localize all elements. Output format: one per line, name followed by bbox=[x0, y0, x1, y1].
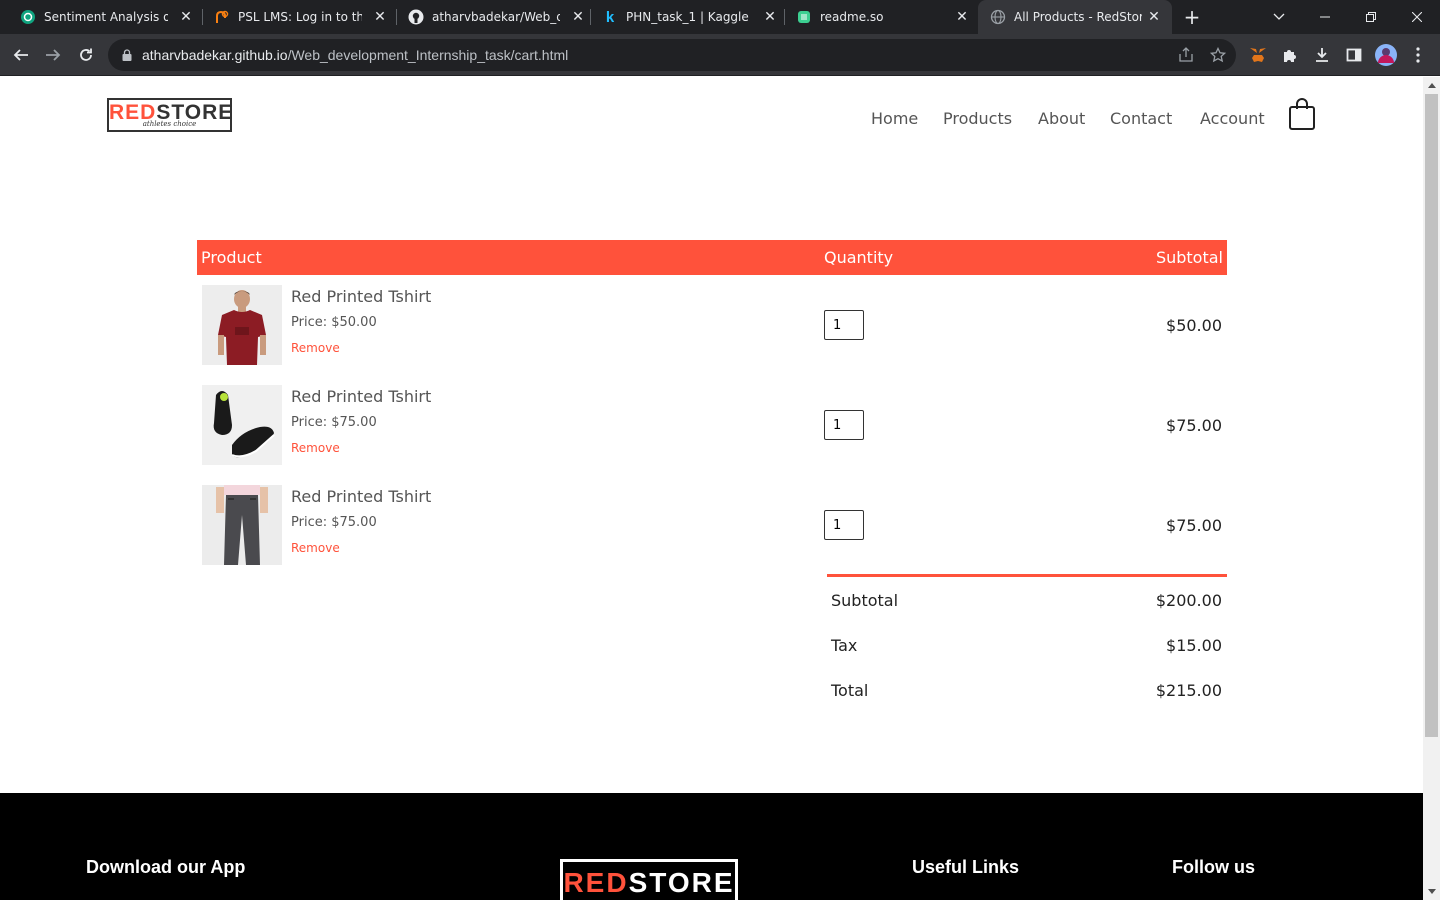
side-panel-icon[interactable] bbox=[1340, 41, 1368, 69]
header-subtotal: Subtotal bbox=[1155, 248, 1223, 267]
tab-title: All Products - RedStore bbox=[1014, 10, 1142, 24]
quantity-input[interactable] bbox=[824, 410, 864, 440]
page-scrollbar[interactable] bbox=[1423, 77, 1440, 900]
footer-logo-wordmark: REDSTORE bbox=[563, 867, 735, 898]
browser-tab[interactable]: readme.so ✕ bbox=[784, 0, 978, 34]
profile-avatar[interactable] bbox=[1372, 41, 1400, 69]
extensions-puzzle-icon[interactable] bbox=[1276, 41, 1304, 69]
close-tab-icon[interactable]: ✕ bbox=[178, 9, 194, 25]
remove-link[interactable]: Remove bbox=[291, 541, 340, 555]
product-name[interactable]: Red Printed Tshirt bbox=[291, 387, 431, 406]
product-name[interactable]: Red Printed Tshirt bbox=[291, 487, 431, 506]
tab-title: Sentiment Analysis of An bbox=[44, 10, 168, 24]
share-icon[interactable] bbox=[1178, 47, 1194, 63]
quantity-input[interactable] bbox=[824, 510, 864, 540]
footer-download-app-heading: Download our App bbox=[86, 857, 246, 877]
close-tab-icon[interactable]: ✕ bbox=[954, 9, 970, 25]
totals-total-label: Total bbox=[831, 681, 869, 700]
new-tab-icon[interactable]: + bbox=[1182, 7, 1202, 27]
header-quantity: Quantity bbox=[824, 248, 894, 267]
nav-contact[interactable]: Contact bbox=[1110, 108, 1172, 130]
nav-about[interactable]: About bbox=[1038, 108, 1085, 130]
close-tab-icon[interactable]: ✕ bbox=[570, 9, 586, 25]
footer-follow-us-heading: Follow us bbox=[1172, 857, 1255, 877]
totals-divider bbox=[827, 574, 1227, 577]
quantity-input[interactable] bbox=[824, 310, 864, 340]
scrollbar-thumb[interactable] bbox=[1425, 94, 1438, 737]
browser-tab[interactable]: k PHN_task_1 | Kaggle ✕ bbox=[590, 0, 784, 34]
line-subtotal: $75.00 bbox=[1166, 516, 1222, 535]
remove-link[interactable]: Remove bbox=[291, 441, 340, 455]
cart-table-header: Product Quantity Subtotal bbox=[197, 240, 1227, 275]
browser-tab[interactable]: PSL LMS: Log in to the si ✕ bbox=[202, 0, 396, 34]
lock-icon[interactable] bbox=[120, 47, 134, 63]
totals-tax-label: Tax bbox=[831, 636, 858, 655]
totals-subtotal-value: $200.00 bbox=[1155, 591, 1222, 610]
tab-title: PHN_task_1 | Kaggle bbox=[626, 10, 749, 24]
totals-subtotal-label: Subtotal bbox=[831, 591, 899, 610]
back-icon[interactable] bbox=[7, 41, 35, 69]
scroll-up-arrow-icon[interactable] bbox=[1423, 77, 1440, 94]
nav-account[interactable]: Account bbox=[1200, 108, 1265, 130]
page-viewport: REDSTORE athletes choice Home Products A… bbox=[0, 77, 1423, 900]
url-path: /Web_development_Internship_task/cart.ht… bbox=[287, 47, 569, 63]
product-name[interactable]: Red Printed Tshirt bbox=[291, 287, 431, 306]
totals-total-value: $215.00 bbox=[1155, 681, 1222, 700]
header-product: Product bbox=[201, 248, 262, 267]
github-icon bbox=[408, 9, 424, 25]
product-price: Price: $75.00 bbox=[291, 415, 377, 430]
moodle-icon bbox=[214, 9, 230, 25]
footer-redstore-logo: REDSTORE bbox=[560, 859, 738, 900]
grey-joggers-image bbox=[202, 485, 282, 565]
tab-title: atharvbadekar/Web_dev bbox=[432, 10, 560, 24]
browser-tab-strip: Sentiment Analysis of An ✕ PSL LMS: Log … bbox=[0, 0, 1440, 34]
metamask-extension-icon[interactable] bbox=[1244, 41, 1272, 69]
chatgpt-icon bbox=[20, 9, 36, 25]
close-window-icon[interactable] bbox=[1394, 0, 1440, 34]
site-footer: Download our App REDSTORE Useful Links F… bbox=[0, 793, 1423, 900]
browser-tab-active[interactable]: All Products - RedStore ✕ bbox=[978, 0, 1172, 34]
forward-icon[interactable] bbox=[39, 41, 67, 69]
scroll-down-arrow-icon[interactable] bbox=[1423, 883, 1440, 900]
nav-home[interactable]: Home bbox=[871, 108, 918, 130]
readme-icon bbox=[796, 9, 812, 25]
restore-icon[interactable] bbox=[1348, 0, 1394, 34]
reload-icon[interactable] bbox=[72, 41, 100, 69]
menu-kebab-icon[interactable] bbox=[1404, 41, 1432, 69]
product-price: Price: $75.00 bbox=[291, 515, 377, 530]
address-bar[interactable]: atharvbadekar.github.io/Web_development_… bbox=[108, 39, 1236, 71]
browser-tab[interactable]: Sentiment Analysis of An ✕ bbox=[8, 0, 200, 34]
browser-tab[interactable]: atharvbadekar/Web_dev ✕ bbox=[396, 0, 590, 34]
remove-link[interactable]: Remove bbox=[291, 341, 340, 355]
tab-search-icon[interactable] bbox=[1256, 0, 1302, 34]
logo-tagline: athletes choice bbox=[142, 120, 197, 128]
line-subtotal: $50.00 bbox=[1166, 316, 1222, 335]
nav-products[interactable]: Products bbox=[943, 108, 1012, 130]
download-icon[interactable] bbox=[1308, 41, 1336, 69]
close-tab-icon[interactable]: ✕ bbox=[372, 9, 388, 25]
product-price: Price: $50.00 bbox=[291, 315, 377, 330]
bookmark-star-icon[interactable] bbox=[1210, 47, 1226, 63]
url-host: atharvbadekar.github.io bbox=[142, 47, 288, 63]
url-text[interactable]: atharvbadekar.github.io/Web_development_… bbox=[142, 39, 568, 71]
minimize-icon[interactable] bbox=[1302, 0, 1348, 34]
browser-toolbar: atharvbadekar.github.io/Web_development_… bbox=[0, 34, 1440, 76]
globe-icon bbox=[990, 9, 1006, 25]
redstore-logo[interactable]: REDSTORE athletes choice bbox=[107, 98, 232, 132]
tab-title: readme.so bbox=[820, 10, 884, 24]
line-subtotal: $75.00 bbox=[1166, 416, 1222, 435]
close-tab-icon[interactable]: ✕ bbox=[1146, 9, 1162, 25]
shopping-bag-icon[interactable] bbox=[1288, 97, 1316, 131]
red-tshirt-image bbox=[202, 285, 282, 365]
totals-tax-value: $15.00 bbox=[1166, 636, 1222, 655]
close-tab-icon[interactable]: ✕ bbox=[762, 9, 778, 25]
kaggle-icon: k bbox=[605, 8, 615, 26]
black-shoes-image bbox=[202, 385, 282, 465]
tab-title: PSL LMS: Log in to the si bbox=[238, 10, 362, 24]
footer-useful-links-heading: Useful Links bbox=[912, 857, 1020, 877]
